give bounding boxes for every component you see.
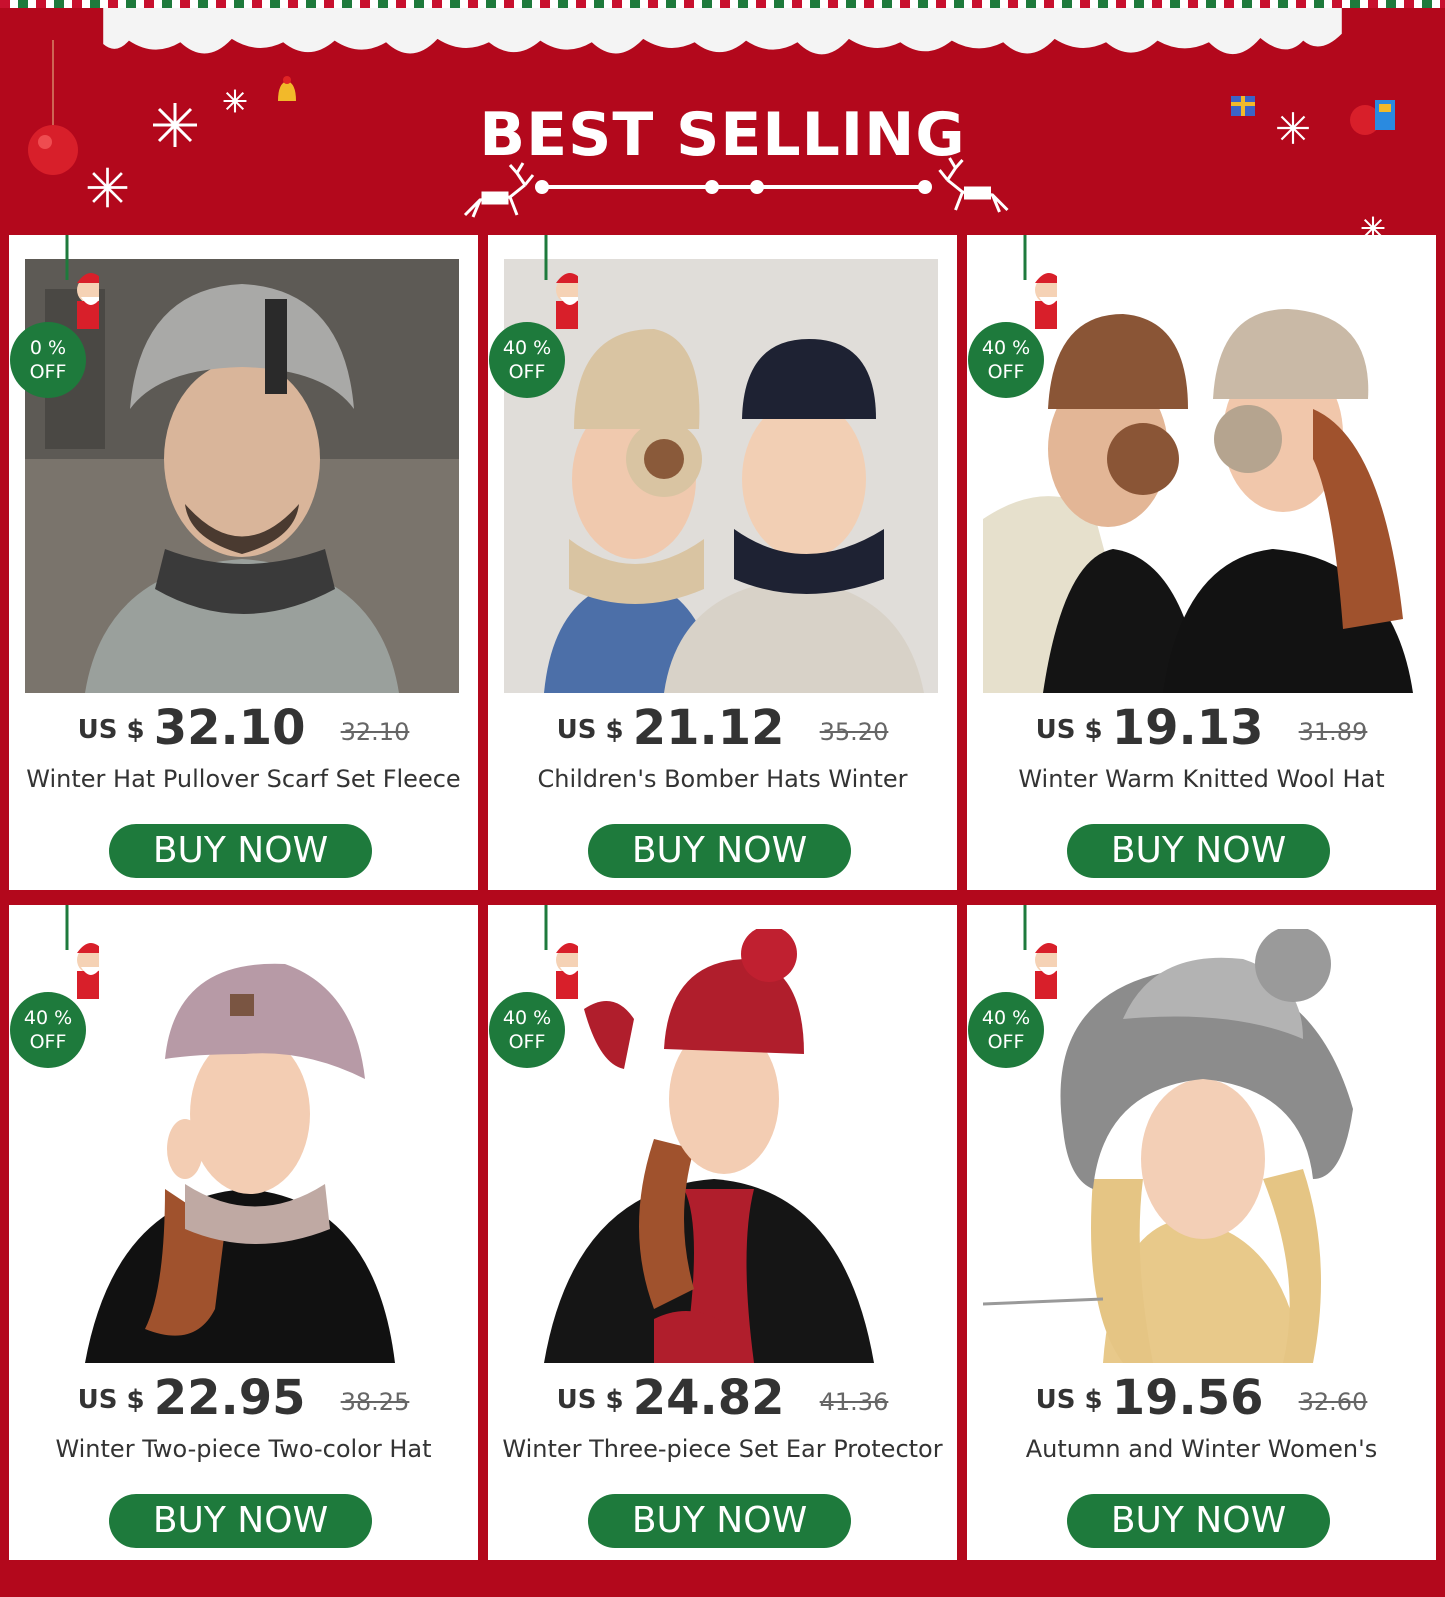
discount-percent: 0 % xyxy=(29,337,67,359)
product-name[interactable]: Autumn and Winter Women's xyxy=(967,1435,1436,1463)
sale-price: 24.82 xyxy=(632,1370,785,1426)
discount-off-label: OFF xyxy=(29,1031,67,1053)
price-row: US $ 19.13 31.89 xyxy=(967,700,1436,760)
product-name[interactable]: Winter Warm Knitted Wool Hat xyxy=(967,765,1436,793)
sale-price: 19.13 xyxy=(1111,700,1264,756)
currency-label: US $ xyxy=(556,715,624,745)
sale-price: 19.56 xyxy=(1111,1370,1264,1426)
sale-price: 32.10 xyxy=(153,700,306,756)
currency-label: US $ xyxy=(1035,715,1103,745)
discount-off-label: OFF xyxy=(987,361,1025,383)
discount-percent: 40 % xyxy=(981,1007,1031,1029)
buy-now-button[interactable]: BUY NOW xyxy=(109,1494,372,1548)
title-dot xyxy=(918,180,932,194)
sale-price: 22.95 xyxy=(153,1370,306,1426)
page-title: BEST SELLING xyxy=(479,100,966,170)
price-row: US $ 19.56 32.60 xyxy=(967,1370,1436,1430)
product-card[interactable]: 40 % OFF US $ 22.95 38.25 Winter Two-pie… xyxy=(9,905,478,1560)
product-name[interactable]: Children's Bomber Hats Winter xyxy=(488,765,957,793)
original-price: 32.10 xyxy=(340,718,410,746)
product-name[interactable]: Winter Hat Pullover Scarf Set Fleece xyxy=(9,765,478,793)
buy-now-button[interactable]: BUY NOW xyxy=(588,824,851,878)
discount-percent: 40 % xyxy=(502,337,552,359)
buy-now-button[interactable]: BUY NOW xyxy=(1067,1494,1330,1548)
title-dot xyxy=(750,180,764,194)
product-name[interactable]: Winter Three-piece Set Ear Protector xyxy=(488,1435,957,1463)
product-card[interactable]: 40 % OFF US $ 24.82 41.36 Winter Three-p… xyxy=(488,905,957,1560)
original-price: 32.60 xyxy=(1298,1388,1368,1416)
discount-badge: 40 % OFF xyxy=(489,322,565,398)
title-dot xyxy=(705,180,719,194)
discount-badge: 40 % OFF xyxy=(10,992,86,1068)
discount-off-label: OFF xyxy=(29,361,67,383)
currency-label: US $ xyxy=(77,715,145,745)
price-row: US $ 24.82 41.36 xyxy=(488,1370,957,1430)
discount-badge: 40 % OFF xyxy=(489,992,565,1068)
product-name[interactable]: Winter Two-piece Two-color Hat xyxy=(9,1435,478,1463)
original-price: 31.89 xyxy=(1298,718,1368,746)
buy-now-button[interactable]: BUY NOW xyxy=(109,824,372,878)
buy-now-button[interactable]: BUY NOW xyxy=(1067,824,1330,878)
snowflake-icon xyxy=(87,167,128,208)
discount-off-label: OFF xyxy=(987,1031,1025,1053)
price-row: US $ 32.10 32.10 xyxy=(9,700,478,760)
discount-percent: 40 % xyxy=(502,1007,552,1029)
currency-label: US $ xyxy=(1035,1385,1103,1415)
title-dot xyxy=(535,180,549,194)
snow-drift-decoration xyxy=(103,8,1342,55)
discount-badge: 0 % OFF xyxy=(10,322,86,398)
discount-badge: 40 % OFF xyxy=(968,322,1044,398)
discount-off-label: OFF xyxy=(508,1031,546,1053)
discount-badge: 40 % OFF xyxy=(968,992,1044,1068)
currency-label: US $ xyxy=(556,1385,624,1415)
product-card[interactable]: 0 % OFF US $ 32.10 32.10 Winter Hat Pull… xyxy=(9,235,478,890)
original-price: 38.25 xyxy=(340,1388,410,1416)
product-card[interactable]: 40 % OFF US $ 21.12 35.20 Children's Bom… xyxy=(488,235,957,890)
banner-header: BEST SELLING xyxy=(0,0,1445,240)
title-underline xyxy=(540,185,925,189)
original-price: 35.20 xyxy=(819,718,889,746)
discount-percent: 40 % xyxy=(981,337,1031,359)
currency-label: US $ xyxy=(77,1385,145,1415)
product-card[interactable]: 40 % OFF US $ 19.56 32.60 Autumn and Win… xyxy=(967,905,1436,1560)
original-price: 41.36 xyxy=(819,1388,889,1416)
discount-percent: 40 % xyxy=(23,1007,73,1029)
discount-off-label: OFF xyxy=(508,361,546,383)
price-row: US $ 22.95 38.25 xyxy=(9,1370,478,1430)
buy-now-button[interactable]: BUY NOW xyxy=(588,1494,851,1548)
product-grid: 0 % OFF US $ 32.10 32.10 Winter Hat Pull… xyxy=(9,235,1436,1571)
product-card[interactable]: 40 % OFF US $ 19.13 31.89 Winter Warm Kn… xyxy=(967,235,1436,890)
sale-price: 21.12 xyxy=(632,700,785,756)
price-row: US $ 21.12 35.20 xyxy=(488,700,957,760)
